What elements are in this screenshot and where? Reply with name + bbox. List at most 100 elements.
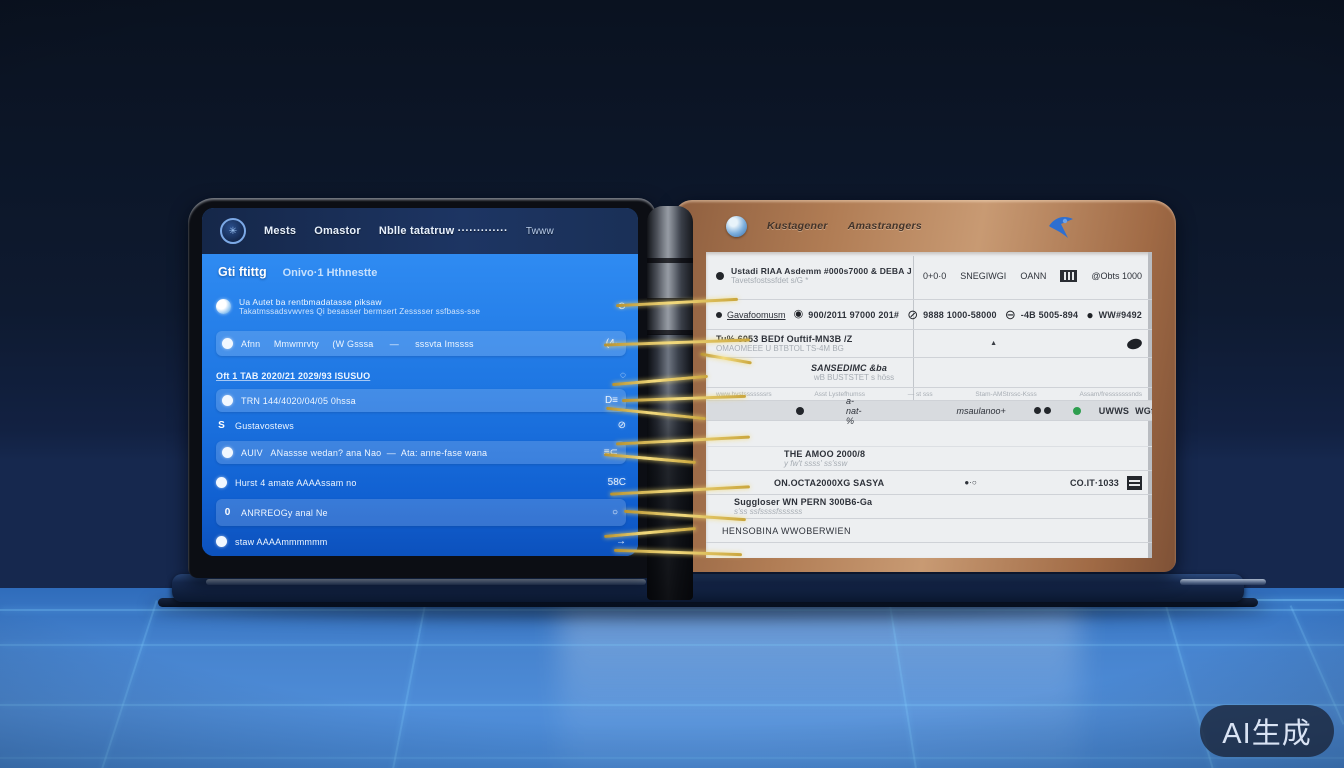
arrow-right-icon[interactable]: →: [616, 536, 626, 547]
column-label: Stam-AMStrssc-Ksss: [975, 391, 1036, 398]
table-row[interactable]: Ustadi RIAA Asdemm #000s7000 & DEBA J Ta…: [706, 252, 1152, 300]
list-item[interactable]: AUIV ANassse wedan? ana Nao — Ata: anne-…: [216, 441, 626, 464]
table-header-row: www.hystsssssssrs Asst Lystefhumss — st …: [706, 388, 1152, 401]
page-title: Gti ftittg: [218, 265, 267, 279]
letter-bullet-icon: S: [216, 420, 227, 431]
cell-title: HENSOBINA WWOBERWIEN: [722, 526, 851, 536]
cell-value: UWWS: [1099, 406, 1129, 416]
nav-item-3[interactable]: Nblle tatatruw ·············: [379, 225, 508, 237]
cell-value: 900/2011 97000 201#: [808, 310, 899, 320]
cell-title: ON.OCTA2000XG SASYA: [774, 478, 884, 488]
cell-title: THE AMOO 2000/8: [784, 449, 865, 459]
cell-subtitle: s'ss ssfssssfssssss: [734, 507, 802, 516]
row-action-icon[interactable]: ◌: [620, 370, 626, 381]
table-row[interactable]: Suggloser WN PERN 300B6-Ga s'ss ssfssssf…: [706, 495, 1152, 519]
table-spacer-row: [706, 421, 1152, 447]
table-row[interactable]: THE AMOO 2000/8 y fw't ssss' ss'ssw: [706, 447, 1152, 471]
nav-item-1[interactable]: Kustagener: [767, 220, 828, 232]
minus-circle-icon: ⊖: [1005, 308, 1016, 321]
list-item[interactable]: Hurst 4 amate AAAAssam no 58C: [216, 471, 626, 494]
item-line1: staw AAAAmmmmmm: [235, 537, 608, 547]
spine-ring: [647, 330, 693, 335]
paw-icon: [716, 272, 724, 280]
app-logo-icon[interactable]: ✳: [220, 218, 246, 244]
cell-title: Suggloser WN PERN 300B6-Ga: [734, 497, 872, 507]
item-line1: Oft 1 TAB 2020/21 2029/93 ISUSUO: [216, 371, 612, 381]
nav-item-2[interactable]: Amastrangers: [848, 220, 922, 232]
cell-value: OANN: [1020, 271, 1046, 281]
globe-icon: ◉: [794, 309, 804, 320]
list-item[interactable]: staw AAAAmmmmmm →: [216, 531, 626, 552]
list-item[interactable]: S Gustavostews ⊘: [216, 415, 626, 436]
column-label: — st sss: [908, 391, 933, 398]
cell-value: WW#9492: [1099, 310, 1142, 320]
row-action-icon[interactable]: ○: [612, 507, 618, 518]
watermark-label: AI生成: [1222, 710, 1311, 752]
device-base: [172, 574, 1244, 602]
barcode-icon: [1060, 270, 1077, 282]
cell-value: msaulanoo+: [957, 406, 1006, 416]
floor-grid-line: [0, 644, 1344, 646]
left-device: ✳ Mests Omastor Nblle tatatruw ·········…: [188, 198, 656, 578]
list-item[interactable]: 0 ANRREOGy anal Ne ○: [216, 499, 626, 526]
row-action-icon[interactable]: 58C: [608, 477, 626, 488]
list-item[interactable]: TRN 144/4020/04/05 0hssa D≡: [216, 389, 626, 412]
cell-subtitle: y fw't ssss' ss'ssw: [784, 459, 847, 468]
cell-value: CO.IT·1033: [1070, 478, 1119, 488]
ink-blob-icon: [1126, 337, 1143, 350]
table-row[interactable]: Tu% 6053 BEDf Ouftif-MN3B /Z OMAOMEEE U …: [706, 330, 1152, 358]
green-status-dot: [1073, 407, 1081, 415]
nav-item-1[interactable]: Mests: [264, 225, 296, 237]
globe-logo-icon[interactable]: [726, 216, 747, 237]
double-dot-icon: [1034, 407, 1051, 414]
table-row[interactable]: a-nat-% msaulanoo+ UWWS WGfpssfasss: [706, 401, 1152, 421]
triangle-marker: ▲: [990, 340, 997, 347]
cell-subtitle: Tavetsfostssfdet s/G *: [731, 276, 881, 285]
left-list-panel: Gti ftittg Onivo·1 Hthnestte Ua Autet ba…: [202, 254, 638, 556]
slash-circle-icon: ⊘: [907, 308, 918, 321]
table-row[interactable]: HENSOBINA WWOBERWIEN: [706, 519, 1152, 543]
list-item[interactable]: Oft 1 TAB 2020/21 2029/93 ISUSUO ◌: [216, 365, 626, 386]
list-item[interactable]: Ua Autet ba rentbmadatasse piksaw Takatm…: [216, 288, 626, 324]
cell-value: SNEGIWGI: [960, 271, 1006, 281]
table-row[interactable]: SANSEDIMC &ba wB BUSTSTET s höss: [706, 358, 1152, 388]
cell-value: -4B 5005-894: [1021, 310, 1078, 320]
table-row[interactable]: Gavafoomusm ◉ 900/2011 97000 201# ⊘ 9888…: [706, 300, 1152, 330]
table-row[interactable]: ON.OCTA2000XG SASYA ●·○ CO.IT·1033: [706, 471, 1152, 495]
item-line2: Takatmssadsvwvres Qi besasser bermsert Z…: [239, 307, 610, 316]
list-item[interactable]: Afnn Mmwmrvty (W Gsssa — sssvta Imssss (…: [216, 331, 626, 356]
spine-ring: [647, 258, 693, 263]
cell-title: Ustadi RIAA Asdemm #000s7000 & DEBA J: [731, 266, 881, 276]
column-label: Assam/fresssssssnds: [1079, 391, 1142, 398]
dot-bullet-icon: [216, 477, 227, 488]
hinge-spine: [647, 206, 693, 600]
row-action-icon[interactable]: D≡: [605, 395, 618, 406]
base-metal-strip: [206, 579, 646, 585]
cell-subtitle: wB BUSTSTET s höss: [814, 373, 894, 382]
dot-bullet-icon: [222, 338, 233, 349]
right-device: Kustagener Amastrangers Ustadi RIAA Asde…: [674, 200, 1176, 572]
item-line1: AUIV ANassse wedan? ana Nao — Ata: anne-…: [241, 448, 596, 458]
floor-grid-line: [0, 757, 1344, 759]
dot-bullet-icon: [216, 536, 227, 547]
row-action-icon[interactable]: ⊘: [618, 420, 626, 431]
item-line1: Hurst 4 amate AAAAssam no: [235, 478, 600, 488]
dot-icon: [716, 312, 722, 318]
item-line1: Gustavostews: [235, 421, 610, 431]
cell-value: 9888 1000-58000: [923, 310, 997, 320]
cell-value[interactable]: Gavafoomusm: [727, 310, 786, 320]
dot-bullet-icon: [222, 447, 233, 458]
nav-item-2[interactable]: Omastor: [314, 225, 361, 237]
item-line1: ANRREOGy anal Ne: [241, 508, 604, 518]
cell-title: SANSEDIMC &ba: [811, 363, 887, 373]
nav-item-4[interactable]: Twww: [526, 226, 554, 237]
cell-value: 0+0·0: [923, 271, 946, 281]
base-metal-strip: [1180, 579, 1266, 585]
item-line1: Afnn Mmwmrvty (W Gsssa — sssvta Imssss: [241, 339, 598, 349]
globe-bullet-icon: [216, 299, 231, 314]
item-line1: TRN 144/4020/04/05 0hssa: [241, 396, 597, 406]
bird-icon: [1046, 214, 1076, 240]
floor-grid-line: [0, 704, 1344, 706]
item-line1: Ua Autet ba rentbmadatasse piksaw: [239, 297, 610, 307]
toggle-dots-icon: ●·○: [964, 478, 976, 487]
